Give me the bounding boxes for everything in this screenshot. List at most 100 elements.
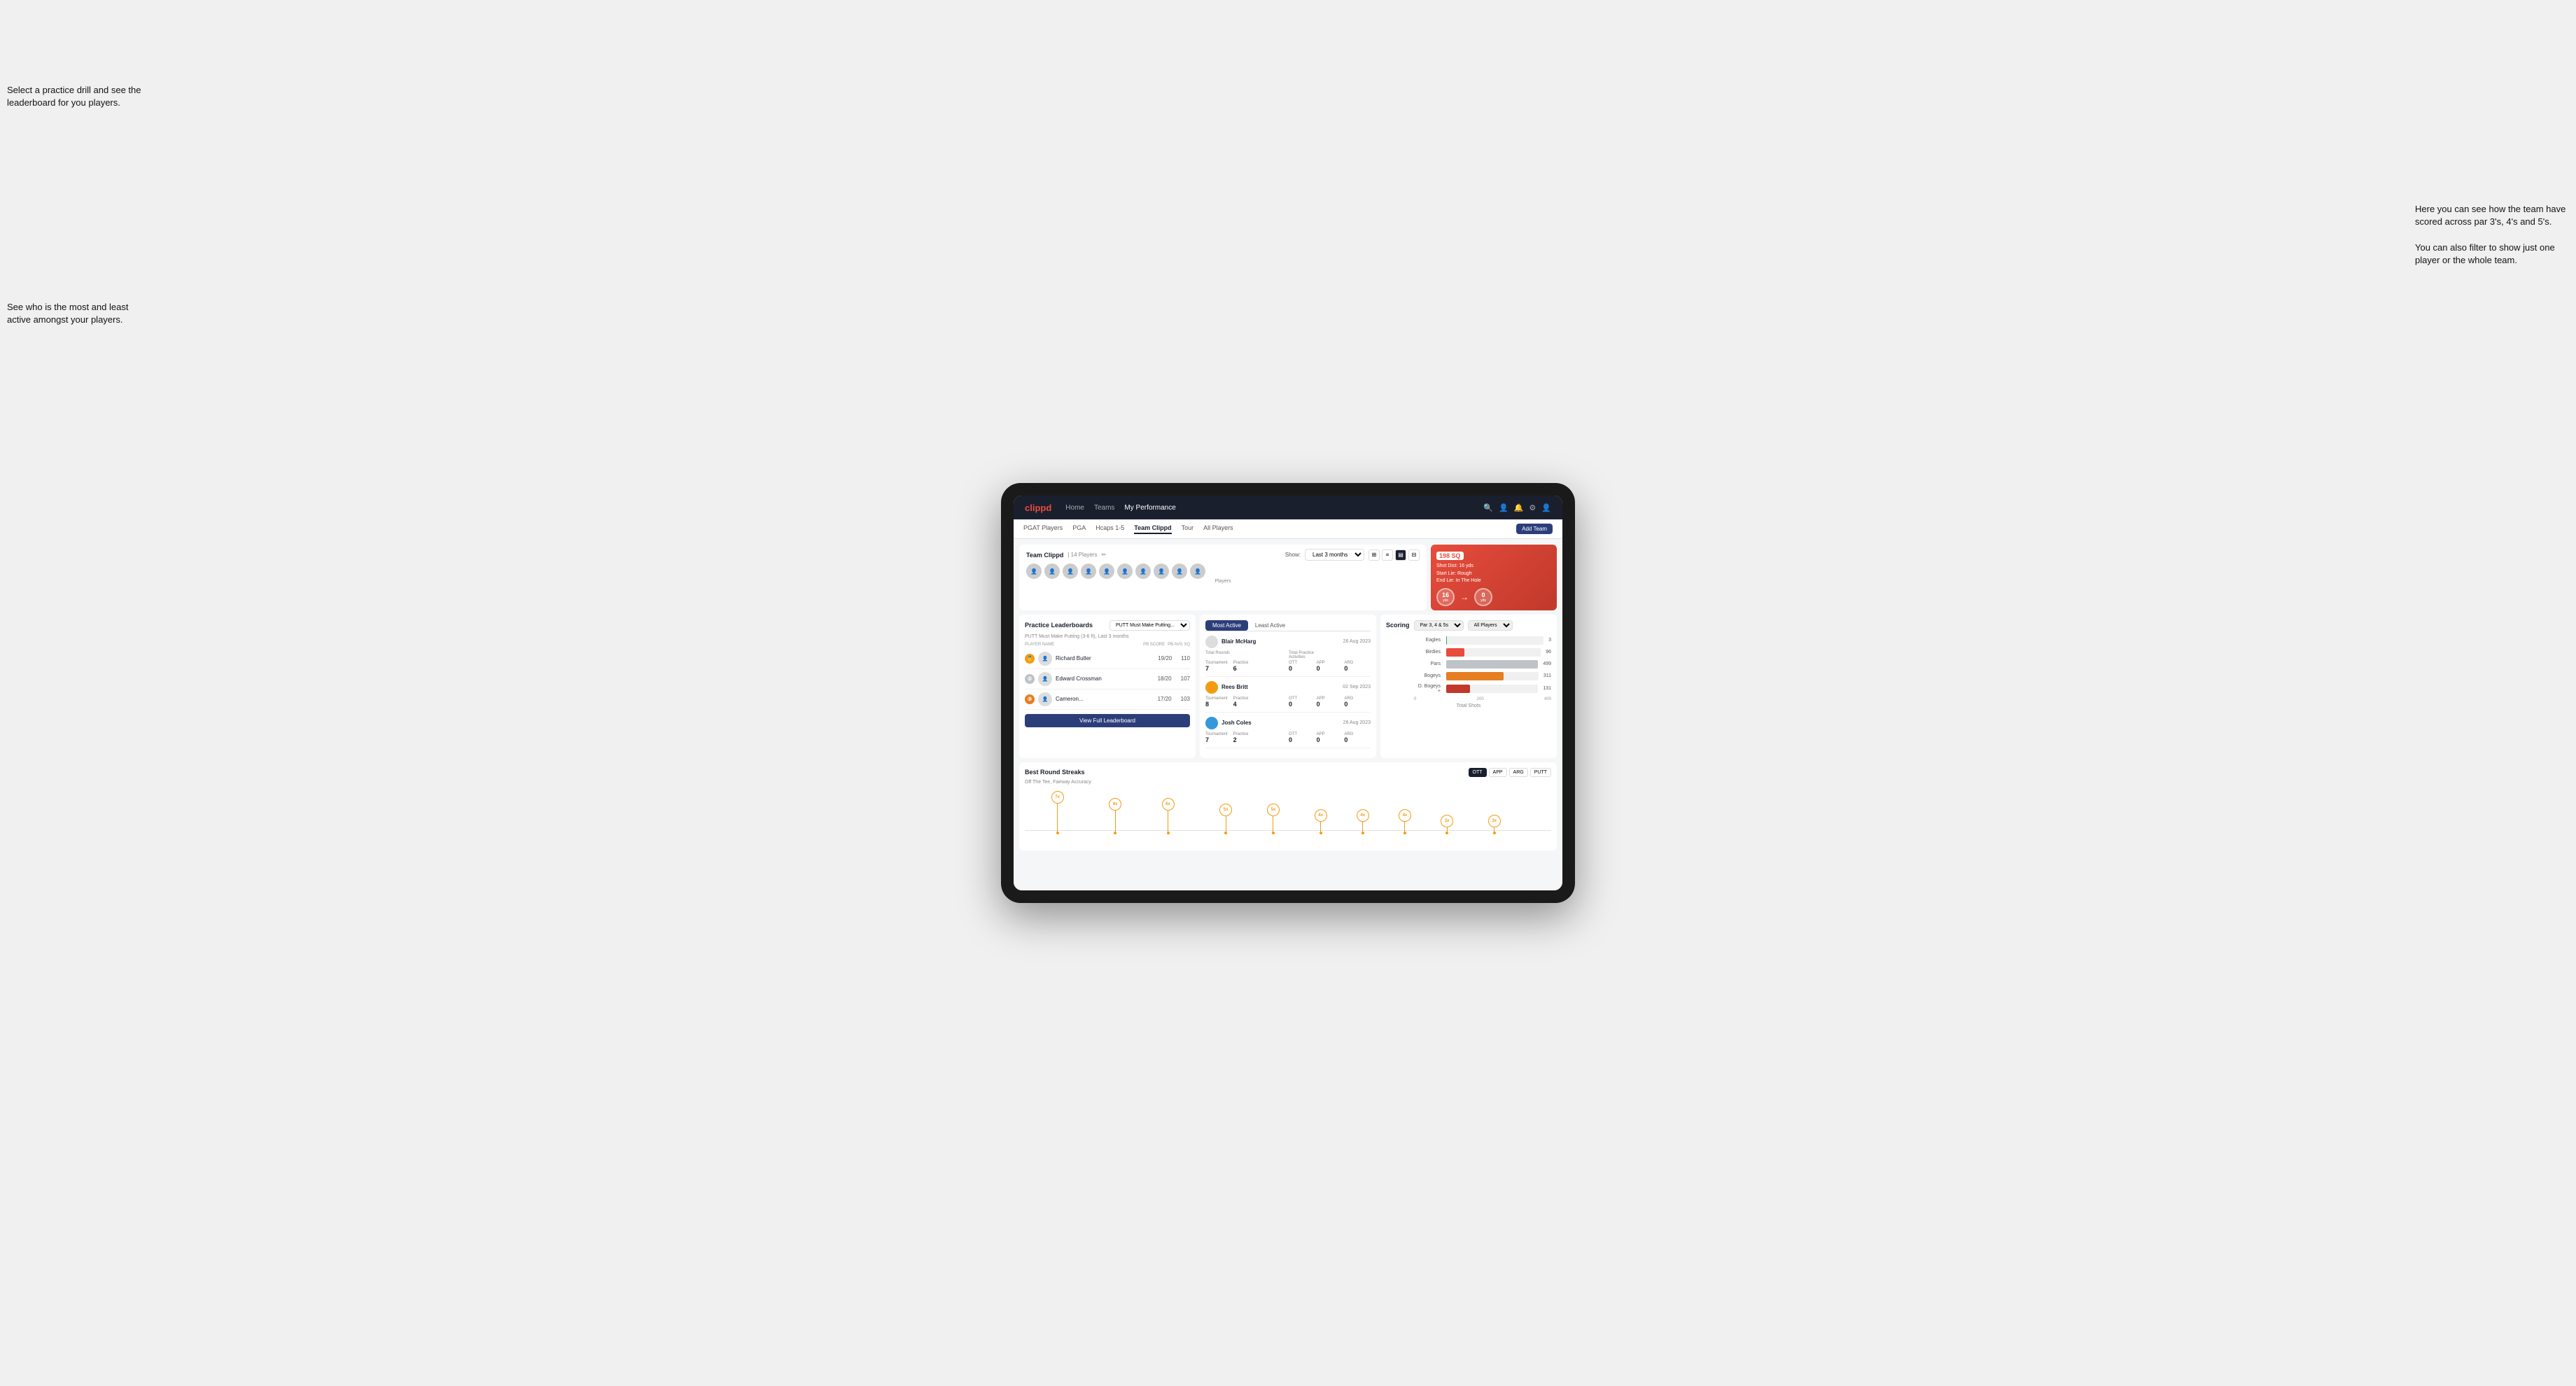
streak-baseline <box>1025 830 1551 831</box>
streak-dot <box>1167 832 1170 834</box>
bar-inner <box>1446 636 1447 645</box>
shot-info: Shot Dist: 16 yds Start Lie: Rough End L… <box>1436 563 1551 585</box>
streak-btn-ott[interactable]: OTT <box>1469 768 1487 777</box>
lb-avg-2: 107 <box>1181 676 1190 682</box>
lb-avatar-3: 👤 <box>1038 692 1052 706</box>
user-avatar-icon[interactable]: 👤 <box>1541 503 1551 512</box>
sub-nav-pga[interactable]: PGA <box>1072 524 1086 534</box>
pa-name-1: Blair McHarg <box>1222 638 1256 645</box>
period-select[interactable]: Last 3 months <box>1305 549 1364 561</box>
streak-btn-app[interactable]: APP <box>1489 768 1507 777</box>
bar-inner <box>1446 648 1464 657</box>
annotation-top-left: Select a practice drill and see the lead… <box>7 84 147 109</box>
drill-select[interactable]: PUTT Must Make Putting... <box>1110 620 1190 631</box>
sub-nav-allplayers[interactable]: All Players <box>1203 524 1233 534</box>
streak-btn-arg[interactable]: ARG <box>1509 768 1528 777</box>
pa-date-2: 02 Sep 2023 <box>1343 685 1371 690</box>
team-title: Team Clippd <box>1026 552 1063 559</box>
sub-nav-hcaps[interactable]: Hcaps 1-5 <box>1096 524 1124 534</box>
bar-row-bogeys: Bogeys311 <box>1414 672 1551 680</box>
streak-point-3: 5x <box>1219 804 1232 834</box>
team-header-row: Team Clippd | 14 Players ✏ Show: Last 3 … <box>1019 545 1557 610</box>
pa-stat-practice-label: Total Practice Activities <box>1289 651 1315 661</box>
streak-dot <box>1056 832 1059 834</box>
bar-row-eagles: Eagles3 <box>1414 636 1551 645</box>
lb-name-1: Richard Butler <box>1056 655 1154 662</box>
main-grid: Practice Leaderboards PUTT Must Make Put… <box>1019 615 1557 758</box>
settings-icon[interactable]: ⚙ <box>1529 503 1536 512</box>
streak-dot <box>1404 832 1406 834</box>
shot-circle-1: 16 yds <box>1436 588 1455 606</box>
streak-point-5: 4x <box>1315 809 1327 834</box>
edit-icon[interactable]: ✏ <box>1101 552 1106 558</box>
par-filter[interactable]: Par 3, 4 & 5s <box>1414 620 1464 631</box>
nav-myperformance[interactable]: My Performance <box>1124 504 1175 512</box>
bar-label: Birdies <box>1414 650 1441 654</box>
lb-col-player: PLAYER NAME <box>1025 643 1140 647</box>
bar-outer <box>1446 660 1538 668</box>
player-activity-3: Josh Coles 26 Aug 2023 Tournament 7 Prac… <box>1205 717 1371 748</box>
total-shots-label: Total Shots <box>1386 704 1551 708</box>
player-filter[interactable]: All Players <box>1468 620 1513 631</box>
streak-badge: 5x <box>1219 804 1232 816</box>
pa-player-1: Blair McHarg <box>1205 636 1256 648</box>
streak-badge: 4x <box>1315 809 1327 822</box>
bell-icon[interactable]: 🔔 <box>1514 503 1524 512</box>
streaks-card: Best Round Streaks OTT APP ARG PUTT Off … <box>1019 762 1557 850</box>
tab-least-active[interactable]: Least Active <box>1248 620 1292 631</box>
nav-teams[interactable]: Teams <box>1094 504 1114 512</box>
lb-score-1: 19/20 <box>1158 655 1172 662</box>
search-icon[interactable]: 🔍 <box>1483 503 1493 512</box>
avatar-row: 👤 👤 👤 👤 👤 👤 👤 👤 👤 👤 <box>1026 564 1420 579</box>
list-view-icon[interactable]: ≡ <box>1382 550 1393 561</box>
sub-nav-pgat[interactable]: PGAT Players <box>1023 524 1063 534</box>
streak-dot <box>1272 832 1275 834</box>
leaderboard-header: Practice Leaderboards PUTT Must Make Put… <box>1025 620 1190 631</box>
content-area: Team Clippd | 14 Players ✏ Show: Last 3 … <box>1014 539 1562 890</box>
tablet-frame: clippd Home Teams My Performance 🔍 👤 🔔 ⚙… <box>1001 483 1575 903</box>
view-full-leaderboard-button[interactable]: View Full Leaderboard <box>1025 714 1190 727</box>
bar-value: 311 <box>1544 673 1551 678</box>
add-team-button[interactable]: Add Team <box>1516 524 1553 534</box>
bar-value: 131 <box>1543 686 1551 691</box>
people-icon[interactable]: 👤 <box>1499 503 1508 512</box>
bar-value: 96 <box>1546 650 1551 654</box>
annotation-bottom-left: See who is the most and least active amo… <box>7 301 147 326</box>
bar-outer <box>1446 672 1539 680</box>
activity-tabs: Most Active Least Active <box>1205 620 1371 631</box>
streak-badge: 5x <box>1267 804 1280 816</box>
avatar-6: 👤 <box>1117 564 1133 579</box>
streak-point-1: 6x <box>1109 798 1121 834</box>
nav-home[interactable]: Home <box>1065 504 1084 512</box>
avatar-1: 👤 <box>1026 564 1042 579</box>
sub-nav-teamclippd[interactable]: Team Clippd <box>1134 524 1171 534</box>
bar-label: Pars <box>1414 662 1441 666</box>
bar-row-d.-bogeys-+: D. Bogeys +131 <box>1414 684 1551 694</box>
streak-point-9: 3x <box>1488 815 1501 834</box>
grid-view-icon[interactable]: ⊞ <box>1368 550 1380 561</box>
show-label: Show: <box>1285 552 1301 558</box>
streak-badge: 3x <box>1488 815 1501 827</box>
pa-header-2: Rees Britt 02 Sep 2023 <box>1205 681 1371 694</box>
streak-stem <box>1320 822 1321 832</box>
leaderboard-card: Practice Leaderboards PUTT Must Make Put… <box>1019 615 1196 758</box>
tab-most-active[interactable]: Most Active <box>1205 620 1248 631</box>
avatar-8: 👤 <box>1154 564 1169 579</box>
sub-nav-tour[interactable]: Tour <box>1182 524 1194 534</box>
avatar-2: 👤 <box>1044 564 1060 579</box>
leaderboard-title: Practice Leaderboards <box>1025 622 1093 629</box>
lb-avg-3: 103 <box>1181 696 1190 702</box>
player-activity-2: Rees Britt 02 Sep 2023 Tournament 8 Prac… <box>1205 681 1371 713</box>
streak-btn-putt[interactable]: PUTT <box>1530 768 1551 777</box>
pa-avatar-3 <box>1205 717 1218 729</box>
streak-point-6: 4x <box>1357 809 1369 834</box>
shot-circle-2: 0 yds <box>1474 588 1492 606</box>
card-view-icon[interactable]: ▤ <box>1395 550 1406 561</box>
drill-subtitle: PUTT Must Make Putting (3-6 ft), Last 3 … <box>1025 634 1190 639</box>
scoring-card: Scoring Par 3, 4 & 5s All Players Eagles… <box>1380 615 1557 758</box>
streak-badge: 6x <box>1109 798 1121 811</box>
filter-icon[interactable]: ⊟ <box>1408 550 1420 561</box>
streaks-buttons: OTT APP ARG PUTT <box>1469 768 1551 777</box>
lb-col-score: PB SCORE <box>1143 643 1165 647</box>
pa-avatar-2 <box>1205 681 1218 694</box>
